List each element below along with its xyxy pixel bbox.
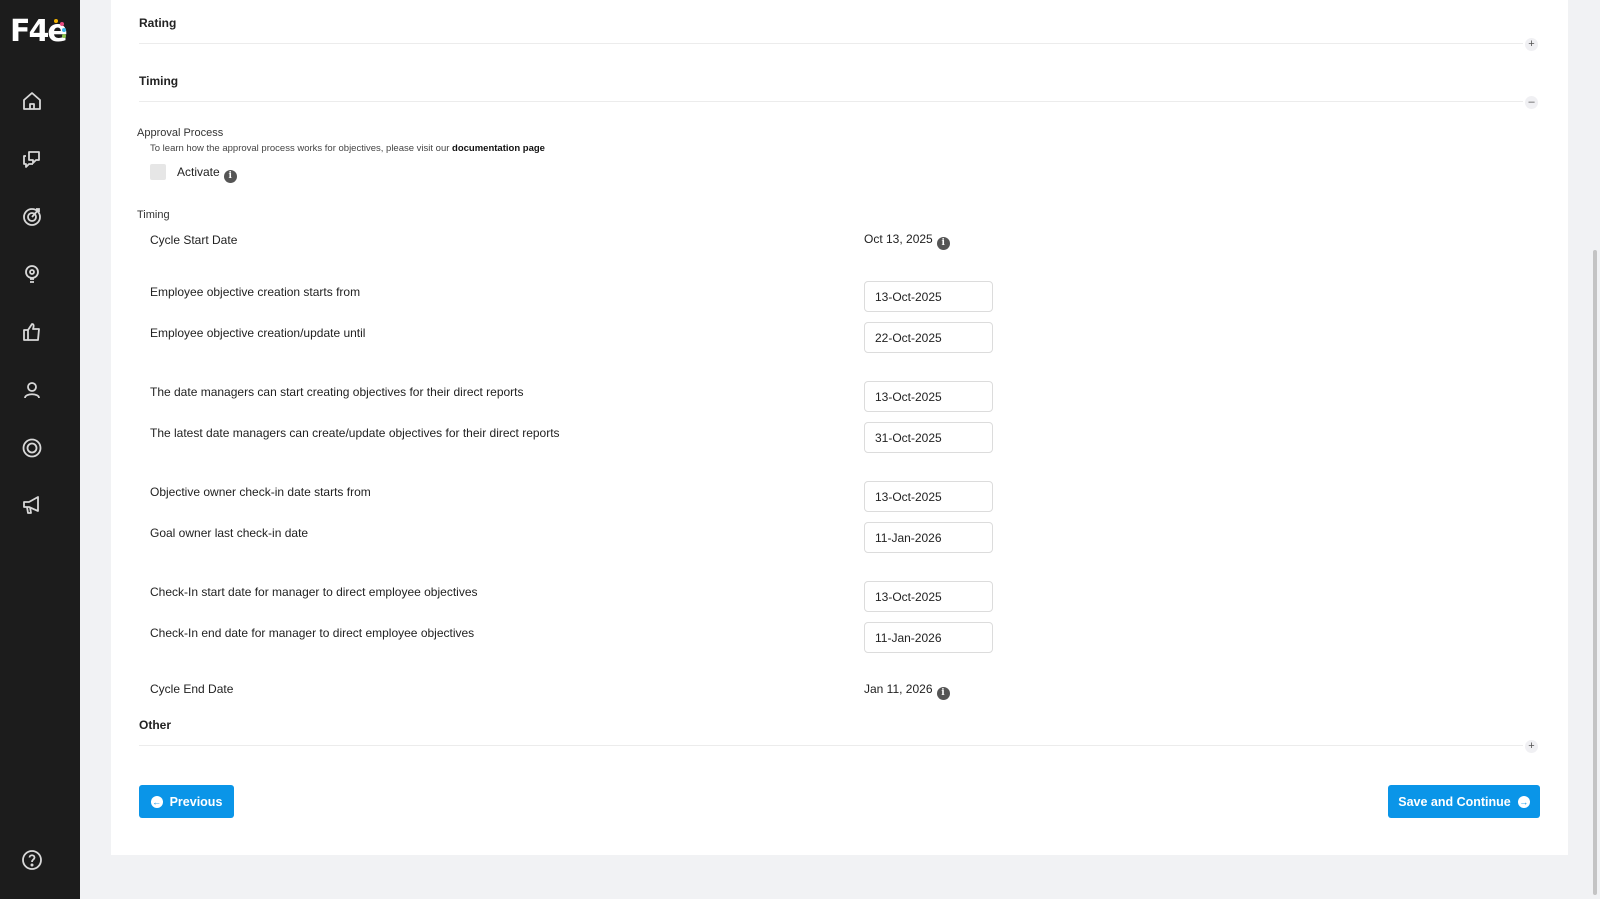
manager-checkin-start-label: Check-In start date for manager to direc… [150, 585, 478, 599]
approval-process-title: Approval Process [137, 127, 224, 139]
info-icon[interactable]: i [936, 237, 950, 250]
manager-creation-start-input[interactable] [864, 381, 993, 412]
manager-checkin-start-input[interactable] [864, 581, 993, 612]
timing-section-title[interactable]: Timing [139, 74, 178, 88]
cycle-start-label: Cycle Start Date [150, 233, 238, 247]
sidebar: F4e [0, 0, 80, 899]
arrow-left-icon: ← [150, 795, 163, 808]
rating-section-title[interactable]: Rating [139, 16, 176, 30]
manager-creation-until-input[interactable] [864, 422, 993, 453]
employee-creation-start-input[interactable] [864, 281, 993, 312]
target-icon[interactable] [20, 204, 44, 228]
employee-creation-until-label: Employee objective creation/update until [150, 326, 366, 340]
f4e-logo[interactable]: F4e [10, 14, 70, 50]
previous-button[interactable]: ← Previous [139, 785, 234, 818]
megaphone-icon[interactable] [20, 493, 44, 517]
owner-checkin-start-input[interactable] [864, 481, 993, 512]
logo-dot [60, 22, 64, 26]
help-icon[interactable] [20, 848, 44, 872]
settings-icon[interactable] [20, 436, 44, 460]
chat-icon[interactable] [20, 147, 44, 171]
timing-collapse-icon[interactable]: – [1525, 96, 1538, 109]
cycle-start-date: Oct 13, 2025 [864, 232, 933, 246]
objective-settings-card: Rating + Timing – Approval Process To le… [111, 0, 1568, 855]
cycle-end-value: Jan 11, 2026 i [864, 682, 950, 700]
employee-creation-start-label: Employee objective creation starts from [150, 285, 361, 299]
manager-creation-start-label: The date managers can start creating obj… [150, 385, 524, 399]
thumbs-up-icon[interactable] [20, 320, 44, 344]
activate-checkbox[interactable] [150, 164, 166, 180]
divider [139, 745, 1523, 746]
owner-last-checkin-label: Goal owner last check-in date [150, 526, 309, 540]
divider [139, 43, 1523, 44]
previous-label: Previous [169, 794, 223, 809]
cycle-end-date: Jan 11, 2026 [864, 682, 933, 696]
manager-creation-until-label: The latest date managers can create/upda… [150, 426, 560, 440]
employee-creation-until-input[interactable] [864, 322, 993, 353]
cycle-end-label: Cycle End Date [150, 682, 234, 696]
users-icon[interactable] [20, 378, 44, 402]
info-icon[interactable]: i [223, 170, 237, 183]
page-scrollbar[interactable] [1590, 0, 1600, 899]
approval-help-text: To learn how the approval process works … [150, 143, 545, 154]
owner-last-checkin-input[interactable] [864, 522, 993, 553]
divider [139, 101, 1523, 102]
info-icon[interactable]: i [936, 687, 950, 700]
logo-dot [54, 19, 58, 23]
home-icon[interactable] [20, 89, 44, 113]
approval-help-prefix: To learn how the approval process works … [150, 143, 450, 154]
rating-expand-icon[interactable]: + [1525, 38, 1538, 51]
lightbulb-icon[interactable] [20, 262, 44, 286]
save-and-continue-button[interactable]: Save and Continue → [1388, 785, 1540, 818]
manager-checkin-end-input[interactable] [864, 622, 993, 653]
cycle-start-value: Oct 13, 2025 i [864, 232, 950, 250]
other-section-title[interactable]: Other [139, 718, 171, 732]
timing-subtitle: Timing [137, 209, 170, 221]
save-label: Save and Continue [1398, 794, 1511, 809]
owner-checkin-start-label: Objective owner check-in date starts fro… [150, 485, 371, 499]
other-expand-icon[interactable]: + [1525, 740, 1538, 753]
scrollbar-thumb[interactable] [1593, 250, 1597, 895]
manager-checkin-end-label: Check-In end date for manager to direct … [150, 626, 475, 640]
logo-dot [62, 34, 66, 38]
documentation-link[interactable]: documentation page [452, 143, 545, 154]
arrow-right-icon: → [1517, 795, 1530, 808]
activate-label: Activate i [177, 165, 237, 183]
logo-dot [62, 28, 66, 32]
activate-text: Activate [177, 165, 220, 179]
